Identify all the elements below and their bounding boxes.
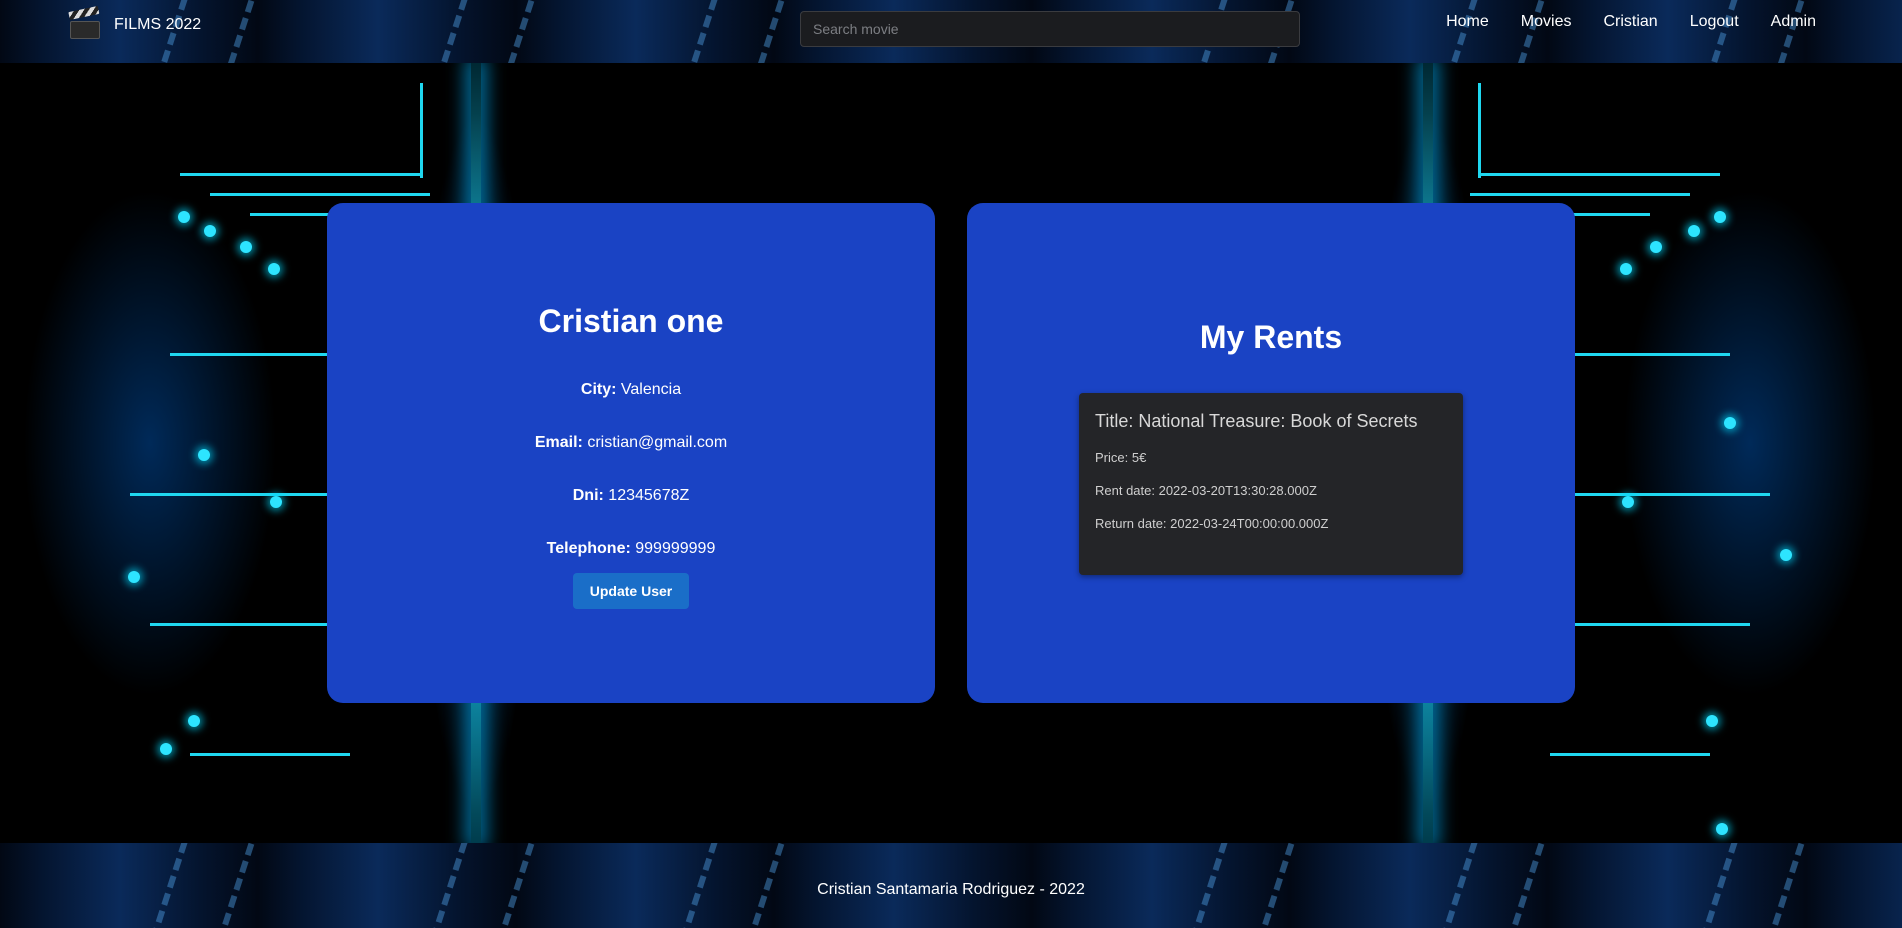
profile-field-city: City: Valencia xyxy=(327,381,935,399)
rents-title: My Rents xyxy=(1199,319,1343,355)
profile-field-email: Email: cristian@gmail.com xyxy=(327,434,935,452)
rent-item: Title: National Treasure: Book of Secret… xyxy=(1079,393,1463,575)
field-label: Dni: xyxy=(572,487,604,504)
field-label: Email: xyxy=(534,434,583,451)
main-content: Cristian one City: Valencia Email: crist… xyxy=(0,63,1902,843)
profile-field-dni: Dni: 12345678Z xyxy=(327,487,935,505)
field-label: City: xyxy=(580,381,617,398)
nav-link-admin[interactable]: Admin xyxy=(1771,13,1816,31)
profile-field-telephone: Telephone: 999999999 xyxy=(327,540,935,558)
footer-credit: Cristian Santamaria Rodriguez - 2022 xyxy=(817,881,1085,898)
search-input[interactable] xyxy=(800,11,1300,47)
nav-link-home[interactable]: Home xyxy=(1446,13,1489,31)
rents-card: My Rents Title: National Treasure: Book … xyxy=(967,203,1575,703)
profile-name: Cristian one xyxy=(538,303,724,339)
clapperboard-icon xyxy=(68,5,100,40)
main-nav: Home Movies Cristian Logout Admin xyxy=(1446,13,1816,31)
rent-date: Rent date: 2022-03-20T13:30:28.000Z xyxy=(1095,483,1317,498)
field-value: cristian@gmail.com xyxy=(587,434,728,451)
top-navbar: FILMS 2022 Home Movies Cristian Logout A… xyxy=(0,0,1902,63)
profile-card: Cristian one City: Valencia Email: crist… xyxy=(327,203,935,703)
nav-link-profile[interactable]: Cristian xyxy=(1603,13,1657,31)
footer: Cristian Santamaria Rodriguez - 2022 xyxy=(0,843,1902,928)
brand[interactable]: FILMS 2022 xyxy=(68,5,202,40)
nav-link-logout[interactable]: Logout xyxy=(1690,13,1739,31)
rent-return-date: Return date: 2022-03-24T00:00:00.000Z xyxy=(1095,516,1329,531)
field-value: Valencia xyxy=(620,381,682,398)
field-value: 12345678Z xyxy=(608,487,690,504)
rent-title: Title: National Treasure: Book of Secret… xyxy=(1095,411,1418,431)
rent-price: Price: 5€ xyxy=(1095,450,1147,465)
update-user-button[interactable]: Update User xyxy=(573,573,689,609)
nav-link-movies[interactable]: Movies xyxy=(1521,13,1572,31)
brand-title: FILMS 2022 xyxy=(114,16,202,33)
field-value: 999999999 xyxy=(635,540,716,557)
field-label: Telephone: xyxy=(546,540,631,557)
